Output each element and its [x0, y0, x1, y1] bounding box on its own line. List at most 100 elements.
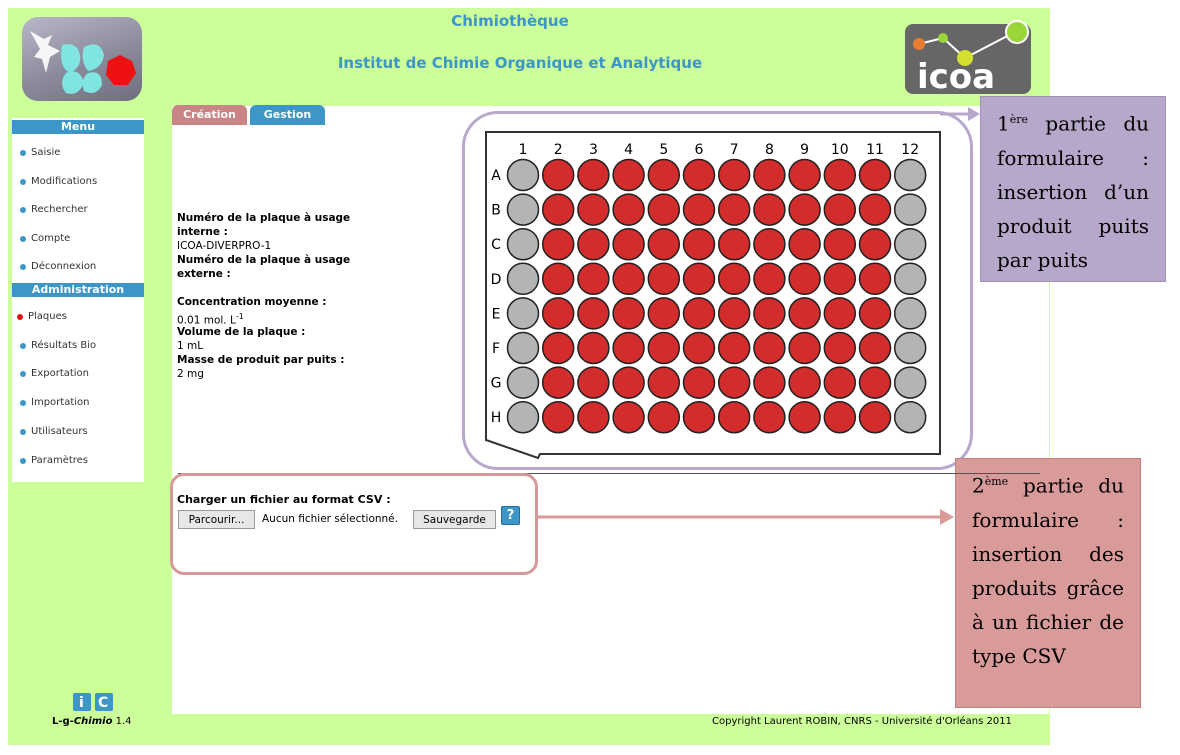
well-F5[interactable]: [647, 331, 681, 365]
well-G4[interactable]: [612, 366, 645, 399]
well-G6[interactable]: [682, 366, 716, 399]
well-F2[interactable]: [541, 331, 575, 365]
well-E10[interactable]: [823, 297, 857, 330]
well-E4[interactable]: [612, 297, 645, 330]
well-G11[interactable]: [858, 366, 892, 399]
sidebar-item-compte[interactable]: Compte: [12, 231, 144, 247]
well-C7[interactable]: [717, 227, 751, 261]
well-B2[interactable]: [541, 193, 575, 226]
sidebar-item-deconnexion[interactable]: Déconnexion: [12, 259, 144, 275]
well-B7[interactable]: [717, 193, 751, 226]
well-D9[interactable]: [788, 262, 821, 296]
sidebar-item-saisie[interactable]: Saisie: [12, 145, 144, 161]
well-D3[interactable]: [577, 262, 610, 296]
well-F3[interactable]: [577, 331, 610, 365]
well-E7[interactable]: [717, 297, 751, 330]
well-D4[interactable]: [612, 262, 645, 296]
well-H12[interactable]: [893, 400, 927, 434]
well-G10[interactable]: [823, 366, 857, 399]
well-C12[interactable]: [893, 227, 927, 261]
sidebar-item-resultats-bio[interactable]: Résultats Bio: [12, 338, 144, 354]
well-E3[interactable]: [577, 297, 610, 330]
well-F1[interactable]: [506, 331, 540, 365]
well-A7[interactable]: [717, 158, 751, 192]
well-D10[interactable]: [823, 262, 857, 296]
well-E5[interactable]: [647, 297, 681, 330]
well-B8[interactable]: [753, 193, 786, 226]
sidebar-item-exportation[interactable]: Exportation: [12, 366, 144, 382]
well-A8[interactable]: [753, 158, 786, 192]
well-A10[interactable]: [823, 158, 857, 192]
well-C9[interactable]: [788, 227, 821, 261]
well-A5[interactable]: [647, 158, 681, 192]
well-H10[interactable]: [823, 400, 857, 434]
well-B5[interactable]: [647, 193, 681, 226]
tab-gestion[interactable]: Gestion: [250, 105, 325, 125]
well-B6[interactable]: [682, 193, 716, 226]
well-G8[interactable]: [753, 366, 786, 399]
well-H9[interactable]: [788, 400, 821, 434]
well-C6[interactable]: [682, 227, 716, 261]
well-C8[interactable]: [753, 227, 786, 261]
well-F4[interactable]: [612, 331, 645, 365]
well-E9[interactable]: [788, 297, 821, 330]
well-C10[interactable]: [823, 227, 857, 261]
well-F10[interactable]: [823, 331, 857, 365]
well-D12[interactable]: [893, 262, 927, 296]
well-G7[interactable]: [717, 366, 751, 399]
well-F6[interactable]: [682, 331, 716, 365]
well-H5[interactable]: [647, 400, 681, 434]
well-H11[interactable]: [858, 400, 892, 434]
well-A3[interactable]: [577, 158, 610, 192]
well-A9[interactable]: [788, 158, 821, 192]
well-H1[interactable]: [506, 400, 540, 434]
well-H2[interactable]: [541, 400, 575, 434]
well-B10[interactable]: [823, 193, 857, 226]
well-C4[interactable]: [612, 227, 645, 261]
well-C11[interactable]: [858, 227, 892, 261]
well-B9[interactable]: [788, 193, 821, 226]
well-D6[interactable]: [682, 262, 716, 296]
well-F7[interactable]: [717, 331, 751, 365]
well-F11[interactable]: [858, 331, 892, 365]
well-D5[interactable]: [647, 262, 681, 296]
well-D8[interactable]: [753, 262, 786, 296]
well-H8[interactable]: [753, 400, 786, 434]
sidebar-item-importation[interactable]: Importation: [12, 395, 144, 411]
well-H6[interactable]: [682, 400, 716, 434]
well-E11[interactable]: [858, 297, 892, 330]
well-B1[interactable]: [506, 193, 540, 226]
well-E6[interactable]: [682, 297, 716, 330]
well-A11[interactable]: [858, 158, 892, 192]
well-C1[interactable]: [506, 227, 540, 261]
well-B3[interactable]: [577, 193, 610, 226]
well-E12[interactable]: [893, 297, 927, 330]
well-E8[interactable]: [753, 297, 786, 330]
well-H7[interactable]: [717, 400, 751, 434]
well-B12[interactable]: [893, 193, 927, 226]
sidebar-item-parametres[interactable]: Paramètres: [12, 453, 144, 469]
well-D7[interactable]: [717, 262, 751, 296]
well-G1[interactable]: [506, 366, 540, 399]
well-C3[interactable]: [577, 227, 610, 261]
well-F8[interactable]: [753, 331, 786, 365]
well-G5[interactable]: [647, 366, 681, 399]
well-G9[interactable]: [788, 366, 821, 399]
well-E2[interactable]: [541, 297, 575, 330]
browse-button[interactable]: Parcourir...: [178, 510, 255, 529]
help-icon[interactable]: ?: [501, 506, 520, 525]
well-F9[interactable]: [788, 331, 821, 365]
well-E1[interactable]: [506, 297, 540, 330]
well-F12[interactable]: [893, 331, 927, 365]
well-B11[interactable]: [858, 193, 892, 226]
well-H3[interactable]: [577, 400, 610, 434]
well-A2[interactable]: [541, 158, 575, 192]
well-G2[interactable]: [541, 366, 575, 399]
sidebar-item-plaques[interactable]: Plaques: [12, 309, 144, 325]
well-A6[interactable]: [682, 158, 716, 192]
well-D11[interactable]: [858, 262, 892, 296]
sidebar-item-rechercher[interactable]: Rechercher: [12, 202, 144, 218]
well-D2[interactable]: [541, 262, 575, 296]
well-B4[interactable]: [612, 193, 645, 226]
well-C2[interactable]: [541, 227, 575, 261]
